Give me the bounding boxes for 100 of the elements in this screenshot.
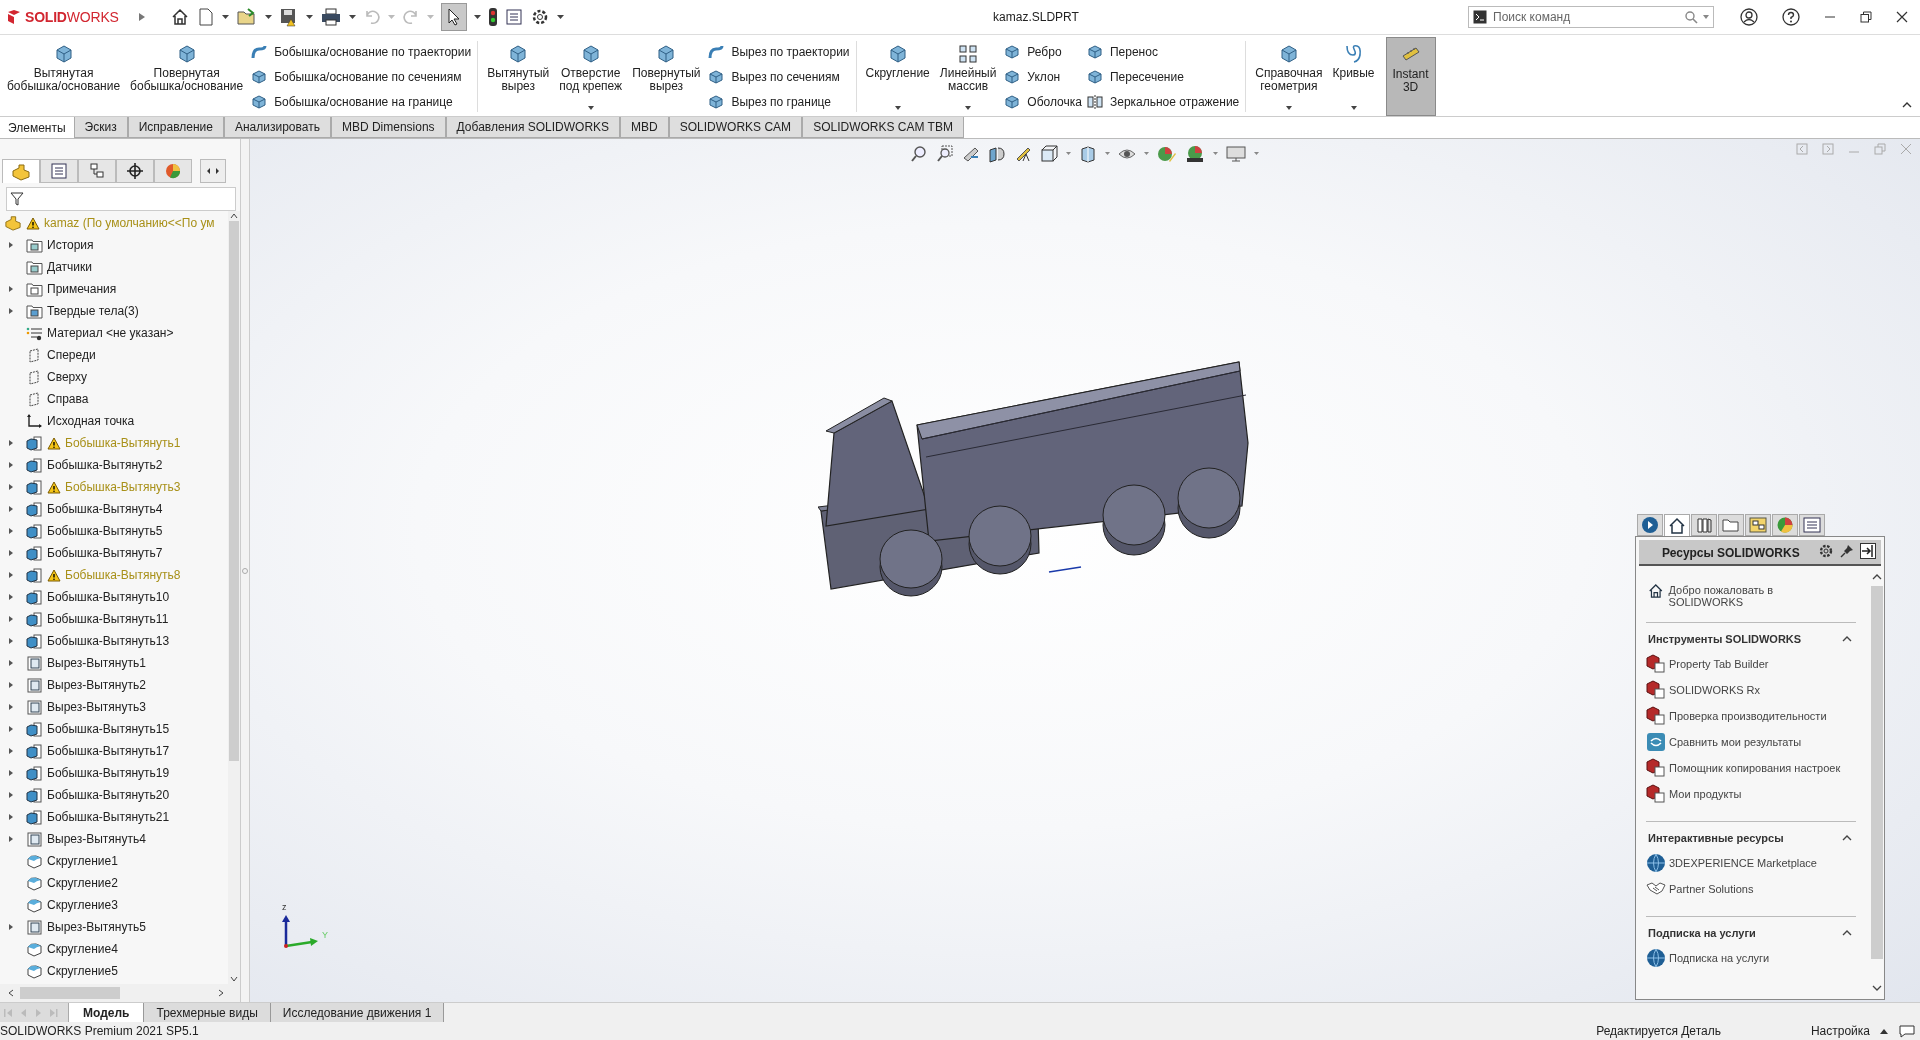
settings-icon[interactable] (530, 7, 550, 27)
tree-item[interactable]: Исходная точка (0, 410, 228, 432)
tree-item[interactable]: Бобышка-Вытянуть17 (0, 740, 228, 762)
print-icon[interactable] (320, 7, 342, 27)
model-tab[interactable]: Трехмерные виды (144, 1003, 271, 1022)
expand-arrow-icon[interactable] (8, 439, 14, 447)
expand-arrow-icon[interactable] (8, 483, 14, 491)
resource-link[interactable]: Сравнить мои результаты (1646, 729, 1802, 755)
ribbon-command[interactable]: Кривые (1329, 37, 1378, 116)
scrollbar[interactable] (228, 211, 240, 984)
ribbon-command[interactable]: Отверстие под крепеж (556, 37, 626, 116)
expand-arrow-icon[interactable] (8, 615, 14, 623)
caret-icon[interactable] (894, 106, 901, 110)
crosshair-tab[interactable] (116, 159, 154, 183)
caret-icon[interactable] (1880, 1028, 1888, 1034)
expand-arrow-icon[interactable] (8, 549, 14, 557)
ribbon-tab[interactable]: Эскиз (73, 117, 128, 138)
box-icon[interactable] (1079, 145, 1097, 163)
expand-arrow-icon[interactable] (8, 637, 14, 645)
tree-item[interactable]: Бобышка-Вытянуть2 (0, 454, 228, 476)
scrollbar[interactable] (0, 984, 240, 1002)
caret-icon[interactable] (1842, 835, 1852, 841)
home-icon[interactable] (170, 7, 190, 27)
monitor-icon[interactable] (1226, 145, 1246, 163)
resource-link[interactable]: SOLIDWORKS Rx (1646, 677, 1761, 703)
tree-item[interactable]: Датчики (0, 256, 228, 278)
caret-icon[interactable] (265, 14, 272, 20)
expand-arrow-icon[interactable] (8, 571, 14, 579)
pin-icon[interactable] (1840, 544, 1854, 558)
collapse-pane-icon[interactable] (1860, 543, 1876, 559)
resource-link[interactable]: Проверка производительности (1646, 703, 1827, 729)
ribbon-command[interactable]: Линейный массив (936, 37, 1000, 116)
sphere-icon[interactable] (1157, 145, 1177, 163)
ribbon-tab[interactable]: Исправление (127, 117, 224, 138)
ribbon-command[interactable]: Вытянутая бобышка/основание (4, 37, 124, 116)
caret-icon[interactable] (349, 14, 356, 20)
caret-icon[interactable] (474, 14, 481, 20)
tree-item[interactable]: Бобышка-Вытянуть11 (0, 608, 228, 630)
expand-arrow-icon[interactable] (8, 681, 14, 689)
expand-arrow-icon[interactable] (8, 747, 14, 755)
chat-icon[interactable] (1898, 1024, 1916, 1038)
close-icon[interactable] (1896, 11, 1908, 23)
search-icon[interactable] (1684, 10, 1698, 24)
tree-item[interactable]: Вырез-Вытянуть4 (0, 828, 228, 850)
new-document-icon[interactable] (197, 7, 215, 27)
traffic-light-icon[interactable] (488, 7, 498, 27)
resource-link[interactable]: 3DEXPERIENCE Marketplace (1646, 850, 1817, 876)
caret-icon[interactable] (557, 14, 564, 20)
expand-arrow-icon[interactable] (8, 703, 14, 711)
tree-item[interactable]: Бобышка-Вытянуть20 (0, 784, 228, 806)
tree-item[interactable]: Сверху (0, 366, 228, 388)
property-tab[interactable] (40, 159, 78, 183)
section-view-icon[interactable] (988, 145, 1006, 163)
expand-arrow-icon[interactable] (8, 285, 14, 293)
ribbon-command[interactable]: Бобышка/основание на границе (250, 92, 472, 111)
ribbon-tab[interactable]: MBD Dimensions (330, 117, 446, 138)
cube-icon[interactable] (1040, 145, 1058, 163)
expand-arrow-icon[interactable] (8, 593, 14, 601)
caret-icon[interactable] (965, 106, 972, 110)
magnifier-icon[interactable] (910, 145, 928, 163)
tree-item[interactable]: Примечания (0, 278, 228, 300)
ribbon-command[interactable]: Пересечение (1085, 67, 1240, 86)
expand-arrow-icon[interactable] (8, 307, 14, 315)
ribbon-command[interactable]: Вырез по границе (707, 92, 850, 111)
tree-item[interactable]: Скругление1 (0, 850, 228, 872)
part-tab[interactable] (2, 159, 40, 183)
expand-arrow-icon[interactable] (8, 725, 14, 733)
ribbon-command[interactable]: Уклон (1003, 67, 1082, 86)
expand-arrow-icon[interactable] (8, 461, 14, 469)
caret-icon[interactable] (222, 14, 229, 20)
tree-item[interactable]: Бобышка-Вытянуть15 (0, 718, 228, 740)
tree-item[interactable]: Бобышка-Вытянуть5 (0, 520, 228, 542)
caret-icon[interactable] (1285, 106, 1292, 110)
ribbon-command[interactable]: Справочная геометрия (1252, 37, 1326, 116)
units-button[interactable]: Настройка (1810, 1024, 1870, 1038)
zoom-area-icon[interactable] (936, 145, 954, 163)
library-tab[interactable] (1691, 514, 1717, 536)
ribbon-command[interactable]: Вырез по траектории (707, 42, 850, 61)
settings-icon[interactable] (1818, 543, 1834, 559)
open-folder-icon[interactable] (236, 7, 258, 27)
telescope-icon[interactable] (962, 145, 980, 163)
ribbon-command[interactable]: Повернутый вырез (629, 37, 704, 116)
ribbon-command[interactable]: Оболочка (1003, 92, 1082, 111)
select-button[interactable] (441, 3, 467, 31)
model-tab[interactable]: Модель (69, 1003, 145, 1022)
tree-item[interactable]: Бобышка-Вытянуть13 (0, 630, 228, 652)
tree-item[interactable]: Бобышка-Вытянуть10 (0, 586, 228, 608)
scene-icon[interactable] (1185, 145, 1205, 163)
expand-arrow-icon[interactable] (8, 241, 14, 249)
ribbon-tab[interactable]: SOLIDWORKS CAM (668, 117, 803, 138)
home-tab[interactable] (1664, 514, 1690, 536)
tree-item[interactable]: Материал <не указан> (0, 322, 228, 344)
ribbon-command[interactable]: Перенос (1085, 42, 1240, 61)
tree-item[interactable]: Бобышка-Вытянуть21 (0, 806, 228, 828)
tree-item[interactable]: Вырез-Вытянуть5 (0, 916, 228, 938)
tree-item[interactable]: Скругление5 (0, 960, 228, 982)
tree-item[interactable]: Твердые тела(3) (0, 300, 228, 322)
caret-icon[interactable] (587, 106, 594, 110)
filter-field[interactable] (6, 187, 236, 211)
save-icon[interactable] (279, 7, 299, 27)
